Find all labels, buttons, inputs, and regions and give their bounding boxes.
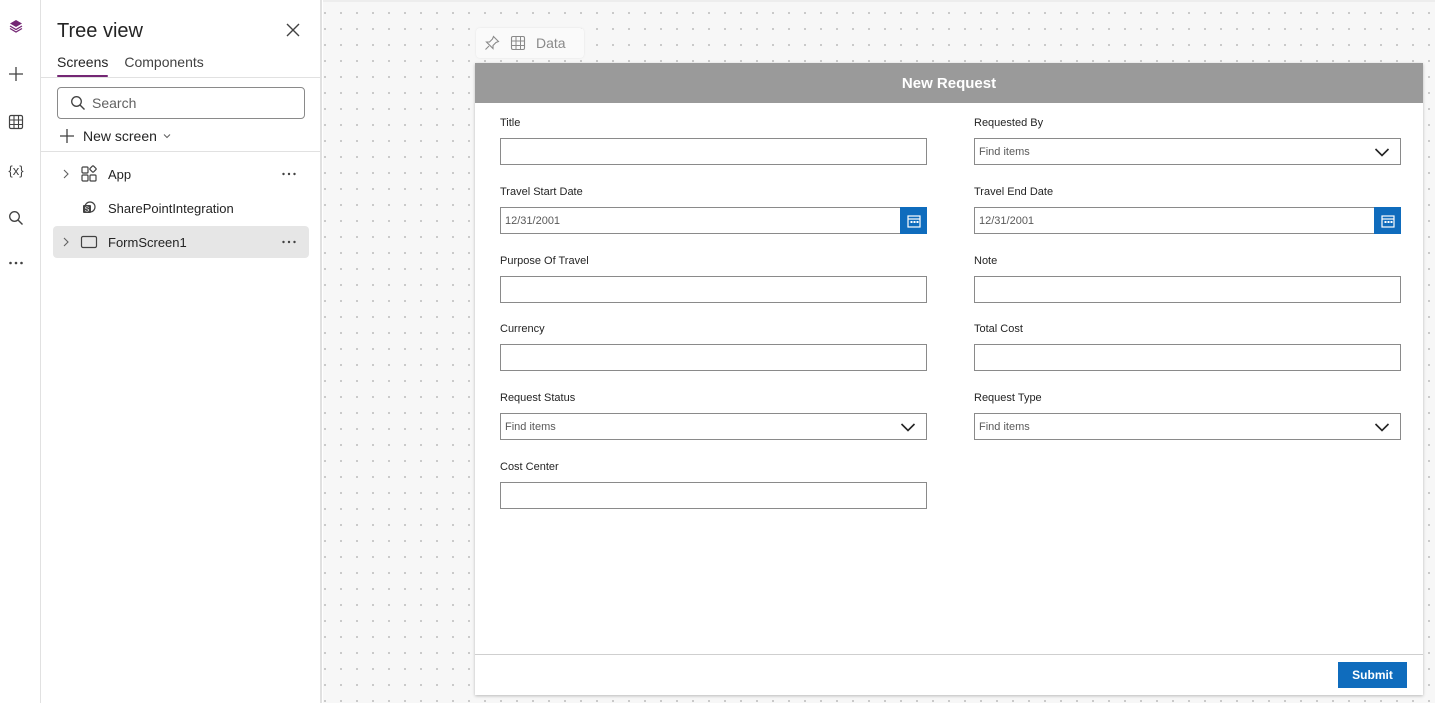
divider [323,0,1435,2]
tree-item-sharepointintegration[interactable]: S SharePointIntegration [53,192,309,224]
title-input[interactable] [500,138,927,165]
tree-item-label: FormScreen1 [108,234,187,250]
field-label-request-status: Request Status [500,392,576,404]
cost-center-input[interactable] [500,482,927,509]
form-title: New Request [901,74,997,92]
form-screen[interactable]: New Request Title Travel Start Date 12/3… [475,63,1423,695]
combo-placeholder: Find items [979,421,1030,433]
sharepoint-icon: S [83,201,96,214]
tree-item-app[interactable]: App [53,158,309,190]
total-cost-input[interactable] [974,344,1401,371]
layers-icon[interactable] [4,14,28,38]
more-icon[interactable] [4,251,28,275]
field-label-purpose-of-travel: Purpose Of Travel [500,255,589,267]
chevron-down-icon[interactable] [900,421,916,433]
tree-view-panel: Tree view Screens Components New screen … [41,0,322,703]
note-input[interactable] [974,276,1401,303]
field-label-total-cost: Total Cost [974,323,1023,335]
screen-icon [80,235,98,249]
tab-components[interactable]: Components [124,54,203,75]
search-icon[interactable] [4,206,28,230]
plus-icon[interactable] [4,62,28,86]
tree-tabs: Screens Components [57,54,204,77]
field-label-cost-center: Cost Center [500,461,559,473]
left-rail: {x} [0,0,41,703]
travel-end-date-picker[interactable]: 12/31/2001 [974,207,1401,234]
divider [475,654,1423,655]
more-icon[interactable] [281,166,297,182]
app-icon [81,165,97,182]
calendar-icon[interactable] [900,207,927,234]
travel-start-date-picker[interactable]: 12/31/2001 [500,207,927,234]
pin-icon[interactable] [484,35,500,51]
request-status-combobox[interactable]: Find items [500,413,927,440]
search-icon [71,96,85,110]
date-value: 12/31/2001 [505,215,561,227]
chevron-right-icon[interactable] [60,236,72,248]
field-label-travel-start-date: Travel Start Date [500,186,583,198]
new-screen-button[interactable]: New screen [59,125,172,147]
more-icon[interactable] [281,234,297,250]
submit-button[interactable]: Submit [1338,662,1407,688]
combo-placeholder: Find items [505,421,556,433]
calendar-icon[interactable] [1374,207,1401,234]
chevron-right-icon[interactable] [60,168,72,180]
purpose-of-travel-input[interactable] [500,276,927,303]
field-label-request-type: Request Type [974,392,1042,404]
variable-icon[interactable]: {x} [4,158,28,182]
currency-input[interactable] [500,344,927,371]
tree-item-formscreen1[interactable]: FormScreen1 [53,226,309,258]
search-input[interactable] [92,95,292,111]
chevron-down-icon [163,134,171,139]
divider [41,77,320,78]
field-label-title: Title [500,117,521,129]
tree-item-label: App [108,166,132,182]
plus-icon [60,129,74,143]
canvas-mini-toolbar: Data [476,28,584,58]
chevron-down-icon[interactable] [1374,146,1390,158]
combo-placeholder: Find items [979,146,1030,158]
requested-by-combobox[interactable]: Find items [974,138,1401,165]
date-value: 12/31/2001 [979,215,1035,227]
request-type-combobox[interactable]: Find items [974,413,1401,440]
svg-text:S: S [85,207,90,214]
field-label-travel-end-date: Travel End Date [974,186,1054,198]
field-label-currency: Currency [500,323,545,335]
new-screen-label: New screen [83,128,157,144]
field-label-requested-by: Requested By [974,117,1044,129]
form-header: New Request [475,63,1423,103]
panel-title: Tree view [57,20,143,42]
table-icon[interactable] [510,35,526,51]
table-icon[interactable] [4,110,28,134]
data-button-label[interactable]: Data [536,35,566,51]
chevron-down-icon[interactable] [1374,421,1390,433]
search-box[interactable] [57,87,305,119]
field-label-note: Note [974,255,998,267]
close-icon[interactable] [283,20,303,40]
divider [41,151,320,152]
tree-item-label: SharePointIntegration [108,200,234,216]
tab-screens[interactable]: Screens [57,54,109,77]
